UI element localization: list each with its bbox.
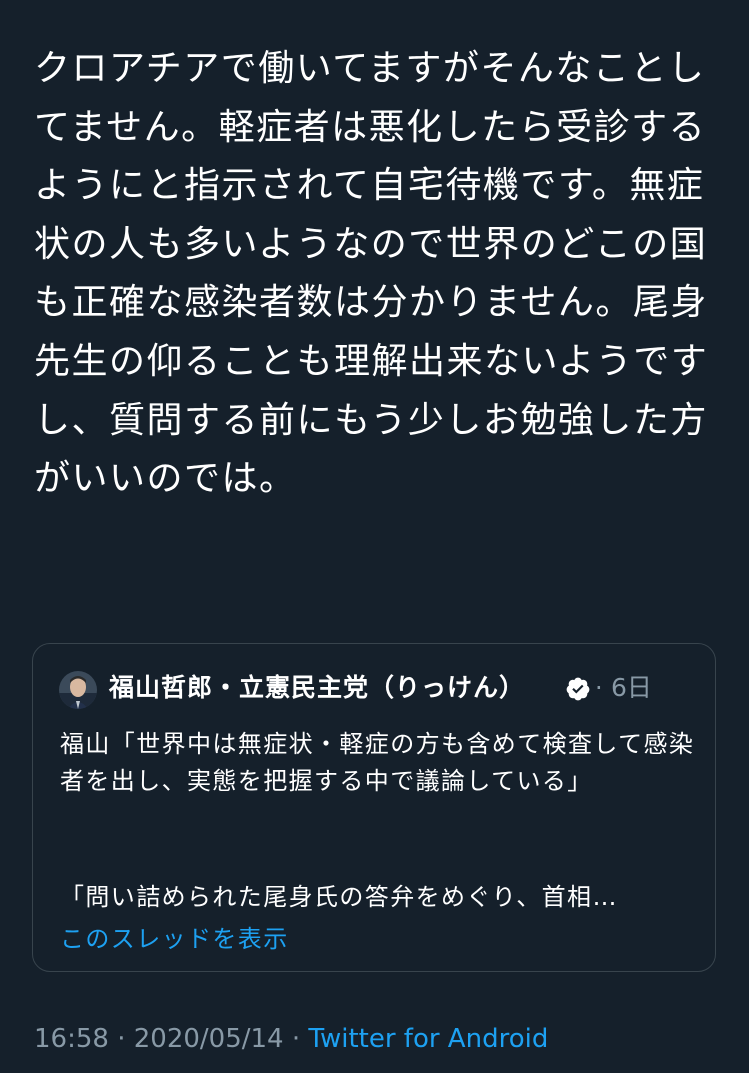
- verified-badge-icon: [566, 677, 590, 701]
- meta-separator: ·: [291, 1024, 301, 1054]
- tweet-text: クロアチアで働いてますがそんなことしてません。軽症者は悪化したら受診するようにと…: [34, 48, 709, 500]
- quoted-author-name[interactable]: 福山哲郎・立憲民主党（りっけん）: [109, 670, 525, 706]
- quoted-tweet-snippet: 「問い詰められた尾身氏の答弁をめぐり、首相…: [60, 883, 618, 911]
- quoted-tweet-date[interactable]: 6日: [611, 670, 652, 706]
- quoted-tweet-body: 福山「世界中は無症状・軽症の方も含めて検査して感染者を出し、実態を把握する中で議…: [60, 730, 695, 795]
- tweet-meta: 16:58 · 2020/05/14 · Twitter for Android: [34, 1019, 548, 1059]
- separator-dot: ·: [595, 674, 603, 702]
- author-avatar[interactable]: [59, 671, 97, 709]
- meta-separator: ·: [117, 1024, 126, 1054]
- quoted-tweet-card[interactable]: 福山哲郎・立憲民主党（りっけん） · 6日 福山「世界中は無症状・軽症の方も含め…: [32, 643, 716, 972]
- show-thread-link[interactable]: このスレッドを表示: [60, 921, 289, 958]
- tweet-time[interactable]: 16:58: [34, 1024, 109, 1054]
- tweet-source-link[interactable]: Twitter for Android: [308, 1024, 548, 1054]
- tweet-date[interactable]: 2020/05/14: [134, 1024, 284, 1054]
